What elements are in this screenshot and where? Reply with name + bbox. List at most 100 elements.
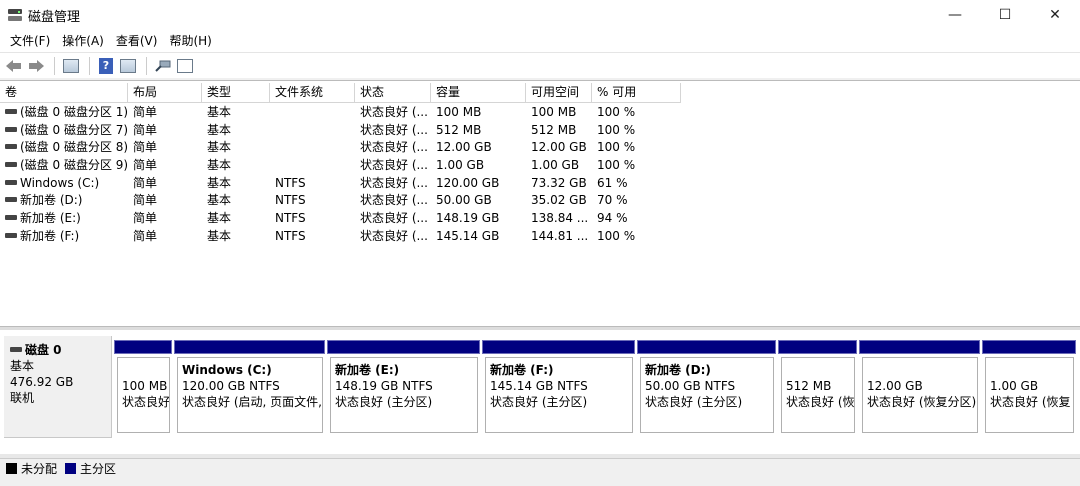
- partition-status: 状态良好 (主分区): [645, 395, 743, 409]
- cell-capacity: 100 MB: [436, 105, 482, 119]
- cell-status: 状态良好 (...: [360, 122, 428, 137]
- cell-free-space: 100 MB: [531, 105, 577, 119]
- table-row[interactable]: (磁盘 0 磁盘分区 9) 简单 基本 状态良好 (... 1.00 GB 1.00 GB…: [0, 157, 681, 175]
- connect-icon: [155, 60, 171, 72]
- minimize-button[interactable]: —: [930, 0, 980, 30]
- partition-block[interactable]: 100 MB 状态良好: [114, 340, 172, 434]
- properties-icon: [63, 58, 79, 73]
- cell-volume: 新加卷 (E:): [0, 210, 128, 228]
- cell-free-space: 12.00 GB: [531, 140, 587, 155]
- column-header-percent-free[interactable]: % 可用: [592, 83, 681, 103]
- menu-help[interactable]: 帮助(H): [163, 31, 217, 51]
- forward-arrow-icon: [29, 59, 44, 72]
- cell-filesystem: NTFS: [275, 193, 306, 208]
- column-header-filesystem[interactable]: 文件系统: [270, 83, 355, 103]
- partition-status: 状态良好 (启动, 页面文件,: [182, 395, 322, 409]
- close-button[interactable]: ✕: [1030, 0, 1080, 30]
- table-row[interactable]: 新加卷 (F:) 简单 基本 NTFS 状态良好 (... 145.14 GB 144.81…: [0, 228, 681, 246]
- column-header-type[interactable]: 类型: [202, 83, 270, 103]
- help-button[interactable]: ?: [96, 56, 116, 76]
- partition-size: 50.00 GB NTFS: [645, 379, 736, 393]
- table-row[interactable]: 新加卷 (D:) 简单 基本 NTFS 状态良好 (... 50.00 GB 35.02 G…: [0, 192, 681, 210]
- partition-block[interactable]: 12.00 GB 状态良好 (恢复分区): [859, 340, 980, 434]
- properties-button[interactable]: [61, 56, 81, 76]
- cell-type: 基本: [207, 211, 232, 226]
- cell-layout: 简单: [133, 105, 158, 119]
- partition-block[interactable]: 新加卷 (F:) 145.14 GB NTFS 状态良好 (主分区): [482, 340, 635, 434]
- partition-block[interactable]: 1.00 GB 状态良好 (恢复: [982, 340, 1076, 434]
- forward-button[interactable]: [26, 56, 46, 76]
- primary-partition-bar: [778, 340, 857, 354]
- volume-icon: [5, 109, 17, 114]
- legend-swatch-unallocated: [6, 463, 17, 474]
- partition-status: 状态良好 (恢: [786, 395, 855, 409]
- column-header-volume[interactable]: 卷: [0, 83, 128, 103]
- partition-name: 新加卷 (E:): [335, 363, 400, 377]
- back-button[interactable]: [4, 56, 24, 76]
- table-row[interactable]: 新加卷 (E:) 简单 基本 NTFS 状态良好 (... 148.19 GB 138.84…: [0, 210, 681, 228]
- column-header-status[interactable]: 状态: [355, 83, 431, 103]
- cell-volume: (磁盘 0 磁盘分区 9): [0, 157, 128, 175]
- cell-layout: 简单: [133, 193, 158, 208]
- primary-partition-bar: [327, 340, 480, 354]
- table-row[interactable]: Windows (C:) 简单 基本 NTFS 状态良好 (... 120.00 GB 73…: [0, 175, 681, 193]
- cell-percent-free: 61 %: [597, 175, 628, 190]
- column-header-capacity[interactable]: 容量: [431, 83, 526, 103]
- cell-status: 状态良好 (...: [360, 175, 428, 190]
- maximize-icon: ☐: [998, 7, 1012, 23]
- menu-file[interactable]: 文件(F): [4, 31, 56, 51]
- cell-percent-free: 94 %: [597, 211, 628, 226]
- menu-action[interactable]: 操作(A): [56, 31, 110, 51]
- cell-volume: Windows (C:): [0, 175, 128, 193]
- cell-free-space: 35.02 GB: [531, 193, 587, 208]
- cell-filesystem: [270, 157, 355, 175]
- partition-block[interactable]: 新加卷 (D:) 50.00 GB NTFS 状态良好 (主分区): [637, 340, 776, 434]
- partition-size: 512 MB: [786, 379, 832, 393]
- disk-size: 476.92 GB: [10, 375, 74, 389]
- table-row[interactable]: (磁盘 0 磁盘分区 7) 简单 基本 状态良好 (... 512 MB 512 MB 10…: [0, 122, 681, 140]
- partition-status: 状态良好 (主分区): [335, 395, 433, 409]
- disk-name: 磁盘 0: [25, 343, 62, 357]
- cell-percent-free: 100 %: [597, 105, 636, 119]
- cell-capacity: 145.14 GB: [436, 228, 500, 243]
- table-row[interactable]: (磁盘 0 磁盘分区 8) 简单 基本 状态良好 (... 12.00 GB 12.00 …: [0, 139, 681, 157]
- column-header-free-space[interactable]: 可用空间: [526, 83, 592, 103]
- connect-button[interactable]: [153, 56, 173, 76]
- cell-layout: 简单: [133, 158, 158, 173]
- cell-volume: (磁盘 0 磁盘分区 7): [0, 122, 128, 140]
- menu-view[interactable]: 查看(V): [110, 31, 164, 51]
- cell-capacity: 148.19 GB: [436, 211, 500, 226]
- help-icon: ?: [99, 57, 113, 74]
- cell-status: 状态良好 (...: [360, 193, 428, 208]
- menu-bar: 文件(F) 操作(A) 查看(V) 帮助(H): [0, 30, 1080, 52]
- cell-type: 基本: [207, 158, 232, 173]
- cell-filesystem: NTFS: [275, 211, 306, 226]
- partition-block[interactable]: 新加卷 (E:) 148.19 GB NTFS 状态良好 (主分区): [327, 340, 480, 434]
- view-button[interactable]: [118, 56, 138, 76]
- table-row[interactable]: (磁盘 0 磁盘分区 1) 简单 基本 状态良好 (... 100 MB 100 MB 10…: [0, 104, 681, 122]
- partition-status: 状态良好 (恢复分区): [867, 395, 977, 409]
- volume-list: 卷 布局 类型 文件系统 状态 容量 可用空间 % 可用 (磁盘 0 磁盘分区 …: [0, 80, 1080, 326]
- close-icon: ✕: [1049, 7, 1061, 23]
- column-header-layout[interactable]: 布局: [128, 83, 202, 103]
- volume-icon: [5, 144, 17, 150]
- cell-type: 基本: [207, 175, 232, 190]
- maximize-button[interactable]: ☐: [980, 0, 1030, 30]
- primary-partition-bar: [174, 340, 325, 354]
- disk-0-info[interactable]: 磁盘 0 基本 476.92 GB 联机: [4, 336, 112, 438]
- partition-status: 状态良好: [122, 395, 170, 409]
- volume-icon: [5, 197, 17, 203]
- toolbar-separator: [54, 56, 55, 75]
- partition-name: 新加卷 (D:): [645, 363, 711, 377]
- cell-capacity: 120.00 GB: [436, 175, 500, 190]
- cell-percent-free: 100 %: [597, 122, 636, 137]
- cell-free-space: 138.84 ...: [531, 211, 589, 226]
- cell-status: 状态良好 (...: [360, 211, 428, 226]
- cell-type: 基本: [207, 140, 232, 155]
- settings-button[interactable]: [175, 56, 195, 76]
- cell-layout: 简单: [133, 175, 158, 190]
- cell-filesystem: NTFS: [275, 228, 306, 243]
- partition-block[interactable]: Windows (C:) 120.00 GB NTFS 状态良好 (启动, 页面文件…: [174, 340, 325, 434]
- minimize-icon: —: [948, 7, 962, 23]
- partition-block[interactable]: 512 MB 状态良好 (恢: [778, 340, 857, 434]
